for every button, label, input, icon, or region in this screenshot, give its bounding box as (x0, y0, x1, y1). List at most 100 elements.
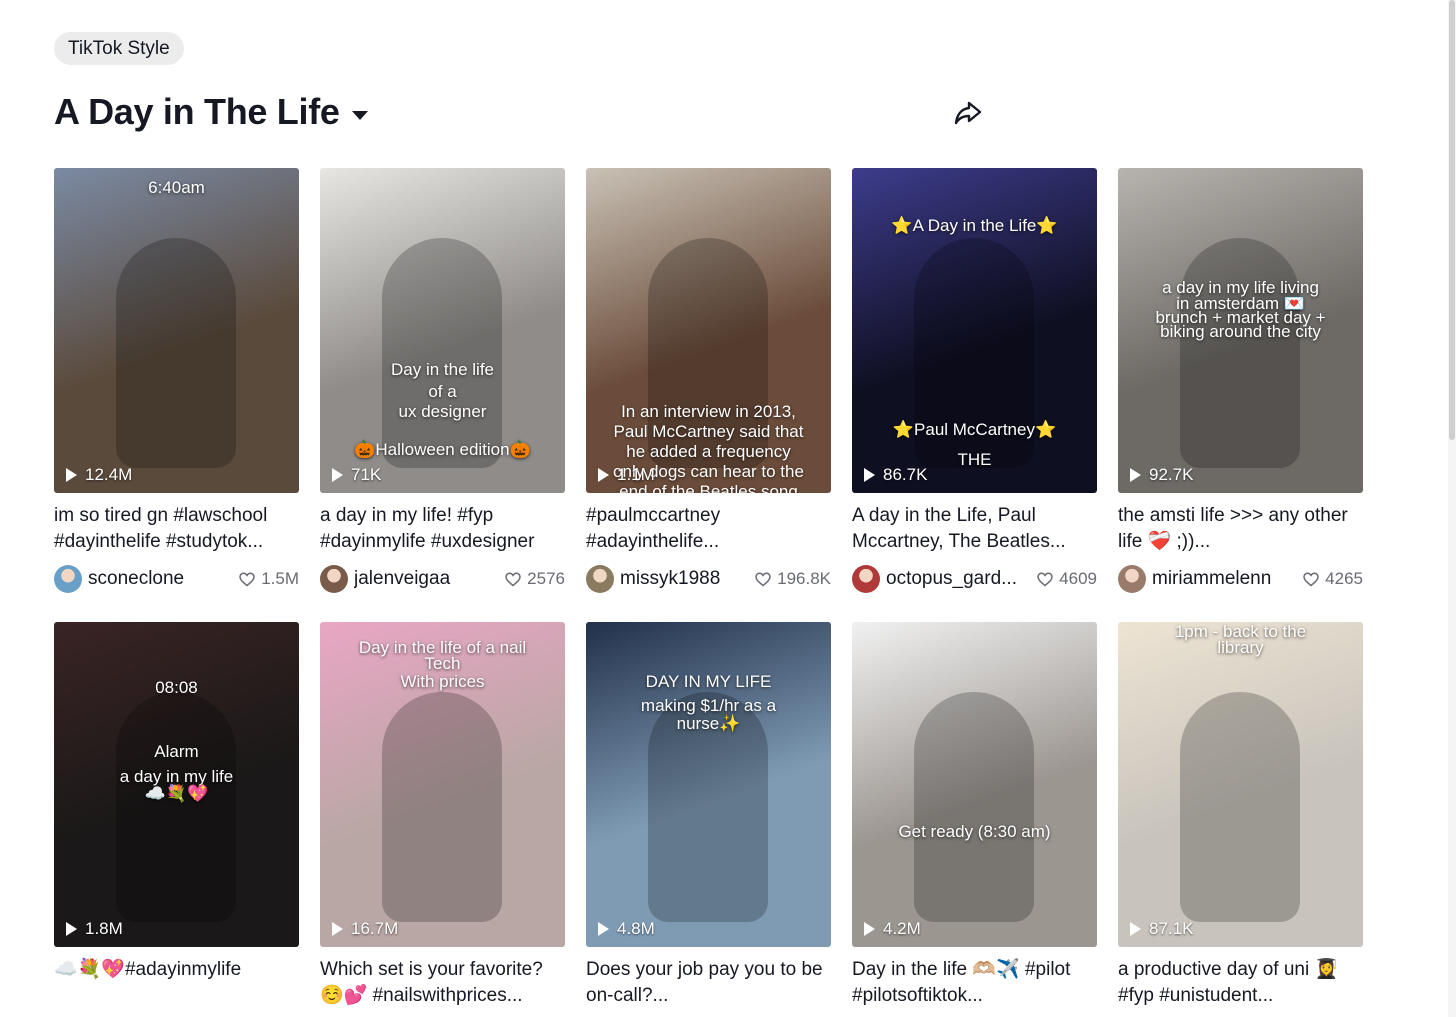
like-count: 1.5M (239, 569, 299, 589)
video-card[interactable]: ⭐A Day in the Life⭐ ⭐Paul McCartney⭐ THE 86… (852, 168, 1097, 600)
play-icon (864, 922, 875, 936)
video-card[interactable]: DAY IN MY LIFE making $1/hr as a nurse✨ 4.8… (586, 622, 831, 1017)
overlay-text: ux designer (398, 402, 487, 421)
video-card[interactable]: 6:40am 12.4M im so tired gn #lawschool #da… (54, 168, 299, 600)
username[interactable]: missyk1988 (620, 568, 747, 590)
heart-icon (505, 572, 521, 586)
view-count-label: 92.7K (1149, 465, 1194, 484)
view-count: 86.7K (864, 465, 927, 485)
video-thumbnail[interactable]: DAY IN MY LIFE making $1/hr as a nurse✨ 4.8… (586, 622, 831, 947)
page-title-row[interactable]: A Day in The Life (54, 90, 368, 134)
caret-down-icon[interactable] (351, 110, 368, 120)
video-thumbnail[interactable]: Day in the life of a nail Tech With prices… (320, 622, 565, 947)
avatar[interactable] (54, 565, 82, 593)
overlay-text: Get ready (8:30 am) (898, 822, 1051, 841)
video-thumbnail[interactable]: Get ready (8:30 am) 4.2M (852, 622, 1097, 947)
video-meta: sconeclone 1.5M (54, 565, 299, 593)
heart-icon (1037, 572, 1053, 586)
video-card[interactable]: a day in my life living in amsterdam 💌 bru… (1118, 168, 1363, 600)
like-count: 4609 (1037, 569, 1097, 589)
view-count-label: 1.8M (85, 919, 123, 938)
video-caption[interactable]: a productive day of uni 👩‍🎓 #fyp #unistu… (1118, 957, 1363, 1009)
video-thumbnail[interactable]: Day in the life of a ux designer 🎃Halloween… (320, 168, 565, 493)
overlay-text: 08:08 (155, 678, 198, 697)
overlay-text: 🎃Halloween edition🎃 (354, 440, 531, 459)
view-count: 92.7K (1130, 465, 1193, 485)
avatar[interactable] (1118, 565, 1146, 593)
username[interactable]: miriammelenn (1152, 568, 1295, 590)
scrollbar-thumb[interactable] (1449, 0, 1455, 440)
video-caption[interactable]: A day in the Life, Paul Mccartney, The B… (852, 503, 1097, 555)
view-count: 4.8M (598, 919, 655, 939)
video-thumbnail[interactable]: 1pm - back to the library 87.1K (1118, 622, 1363, 947)
like-count: 196.8K (755, 569, 831, 589)
video-card[interactable]: 1pm - back to the library 87.1K a productiv… (1118, 622, 1363, 1017)
video-caption[interactable]: im so tired gn #lawschool #dayinthelife … (54, 503, 299, 555)
video-card[interactable]: Get ready (8:30 am) 4.2M Day in the life 🫶… (852, 622, 1097, 1017)
video-thumbnail[interactable]: a day in my life living in amsterdam 💌 bru… (1118, 168, 1363, 493)
avatar[interactable] (852, 565, 880, 593)
thumbnail-figure (1180, 692, 1300, 922)
view-count-label: 87.1K (1149, 919, 1194, 938)
play-icon (598, 468, 609, 482)
video-grid: 6:40am 12.4M im so tired gn #lawschool #da… (54, 168, 1363, 1017)
play-icon (1130, 468, 1141, 482)
thumbnail-figure (382, 692, 502, 922)
thumbnail-figure (914, 692, 1034, 922)
overlay-text: library (1217, 638, 1264, 657)
style-tag[interactable]: TikTok Style (54, 32, 184, 65)
view-count: 16.7M (332, 919, 398, 939)
overlay-text: ⭐Paul McCartney⭐ (892, 420, 1057, 439)
overlay-text: nurse✨ (676, 714, 741, 733)
video-meta: jalenveigaa 2576 (320, 565, 565, 593)
view-count-label: 12.4M (85, 465, 133, 484)
view-count-label: 86.7K (883, 465, 928, 484)
overlay-text: biking around the city (1160, 322, 1321, 341)
thumbnail-figure (1180, 238, 1300, 468)
overlay-text: With prices (400, 672, 485, 691)
video-thumbnail[interactable]: In an interview in 2013, Paul McCartney s… (586, 168, 831, 493)
overlay-text: ☁️💐💖 (144, 784, 209, 803)
view-count-label: 16.7M (351, 919, 399, 938)
video-caption[interactable]: ☁️💐💖#adayinmylife (54, 957, 299, 1009)
like-count: 4265 (1303, 569, 1363, 589)
like-count-label: 1.5M (261, 569, 299, 588)
video-thumbnail[interactable]: 08:08 Alarm a day in my life ☁️💐💖 1.8M (54, 622, 299, 947)
view-count: 71K (332, 465, 381, 485)
video-card[interactable]: In an interview in 2013, Paul McCartney s… (586, 168, 831, 600)
username[interactable]: jalenveigaa (354, 568, 497, 590)
heart-icon (755, 572, 771, 586)
video-caption[interactable]: Does your job pay you to be on-call?... (586, 957, 831, 1009)
video-meta: octopus_gard... 4609 (852, 565, 1097, 593)
share-arrow-icon[interactable] (952, 96, 984, 128)
overlay-text: DAY IN MY LIFE (645, 672, 772, 691)
video-card[interactable]: Day in the life of a ux designer 🎃Halloween… (320, 168, 565, 600)
video-caption[interactable]: the amsti life >>> any other life ❤️‍🩹 ;… (1118, 503, 1363, 555)
thumbnail-figure (116, 692, 236, 922)
video-thumbnail[interactable]: ⭐A Day in the Life⭐ ⭐Paul McCartney⭐ THE 86… (852, 168, 1097, 493)
scrollbar[interactable] (1448, 0, 1456, 1017)
avatar[interactable] (320, 565, 348, 593)
view-count: 4.2M (864, 919, 921, 939)
avatar[interactable] (586, 565, 614, 593)
video-caption[interactable]: Day in the life 🫶🏼✈️ #pilot #pilotsoftik… (852, 957, 1097, 1009)
video-caption[interactable]: a day in my life! #fyp #dayinmylife #uxd… (320, 503, 565, 555)
like-count-label: 4265 (1325, 569, 1363, 588)
video-card[interactable]: 08:08 Alarm a day in my life ☁️💐💖 1.8M ☁️💐💖#a… (54, 622, 299, 1017)
view-count: 1.1M (598, 465, 655, 485)
video-card[interactable]: Day in the life of a nail Tech With prices… (320, 622, 565, 1017)
play-icon (332, 468, 343, 482)
video-caption[interactable]: #paulmccartney #adayinthelife... (586, 503, 831, 555)
overlay-text: Day in the life (391, 360, 494, 379)
overlay-text: ⭐A Day in the Life⭐ (891, 216, 1058, 235)
video-meta: missyk1988 196.8K (586, 565, 831, 593)
overlay-text: he added a frequency (626, 442, 791, 461)
video-meta: miriammelenn 4265 (1118, 565, 1363, 593)
username[interactable]: octopus_gard... (886, 568, 1029, 590)
view-count: 1.8M (66, 919, 123, 939)
username[interactable]: sconeclone (88, 568, 231, 590)
video-thumbnail[interactable]: 6:40am 12.4M (54, 168, 299, 493)
play-icon (1130, 922, 1141, 936)
play-icon (66, 468, 77, 482)
video-caption[interactable]: Which set is your favorite? ☺️💕 #nailswi… (320, 957, 565, 1009)
